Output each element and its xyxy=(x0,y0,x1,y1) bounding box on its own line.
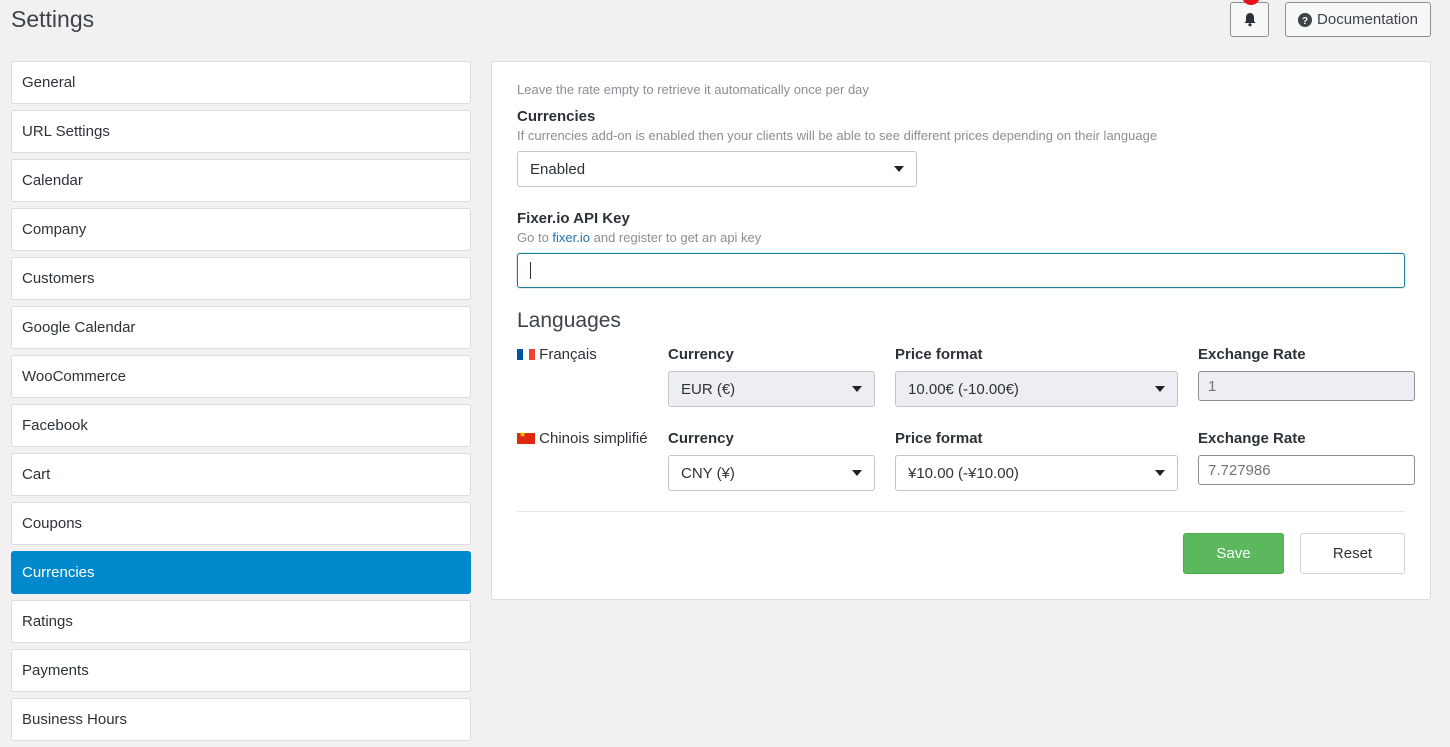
sidebar-item-label: Facebook xyxy=(22,417,88,434)
exchange-rate-label: Exchange Rate xyxy=(1198,430,1306,447)
currency-label: Currency xyxy=(668,346,734,363)
exchange-rate-input[interactable] xyxy=(1198,455,1415,485)
sidebar-item-label: Company xyxy=(22,221,87,238)
sidebar-item-general[interactable]: General xyxy=(11,61,471,104)
sidebar-item-woocommerce[interactable]: WooCommerce xyxy=(11,355,471,398)
fixer-hint-after: and register to get an api key xyxy=(593,230,762,245)
language-name: Chinois simplifié xyxy=(517,430,648,447)
sidebar-item-google-calendar[interactable]: Google Calendar xyxy=(11,306,471,349)
documentation-label: Documentation xyxy=(1317,11,1418,28)
sidebar-item-cart[interactable]: Cart xyxy=(11,453,471,496)
chevron-down-icon xyxy=(852,386,862,392)
exchange-rate-input[interactable] xyxy=(1198,371,1415,401)
sidebar-item-facebook[interactable]: Facebook xyxy=(11,404,471,447)
text-cursor xyxy=(530,262,531,279)
sidebar-item-company[interactable]: Company xyxy=(11,208,471,251)
reset-button[interactable]: Reset xyxy=(1300,533,1405,574)
settings-sidebar: General URL Settings Calendar Company Cu… xyxy=(11,61,471,747)
sidebar-item-coupons[interactable]: Coupons xyxy=(11,502,471,545)
price-format-select[interactable]: 10.00€ (-10.00€) xyxy=(895,371,1178,407)
fixer-api-key-label: Fixer.io API Key xyxy=(517,210,630,227)
currency-select[interactable]: CNY (¥) xyxy=(668,455,875,491)
price-format-select[interactable]: ¥10.00 (-¥10.00) xyxy=(895,455,1178,491)
sidebar-item-label: Payments xyxy=(22,662,89,679)
sidebar-item-payments[interactable]: Payments xyxy=(11,649,471,692)
price-format-select-value: 10.00€ (-10.00€) xyxy=(908,380,1019,398)
chevron-down-icon xyxy=(1155,470,1165,476)
divider xyxy=(517,511,1405,512)
language-name: Français xyxy=(517,346,597,363)
page-title: Settings xyxy=(11,6,95,32)
language-name-text: Chinois simplifié xyxy=(539,430,648,447)
sidebar-item-customers[interactable]: Customers xyxy=(11,257,471,300)
currencies-label: Currencies xyxy=(517,108,596,125)
fixer-hint: Go to fixer.io and register to get an ap… xyxy=(517,230,761,245)
bell-icon xyxy=(1244,13,1255,27)
chevron-down-icon xyxy=(852,470,862,476)
question-circle-icon: ? xyxy=(1298,12,1313,27)
sidebar-item-ratings[interactable]: Ratings xyxy=(11,600,471,643)
exchange-rate-label: Exchange Rate xyxy=(1198,346,1306,363)
sidebar-item-label: Calendar xyxy=(22,172,83,189)
france-flag-icon xyxy=(517,349,535,360)
currency-select-value: EUR (€) xyxy=(681,380,736,398)
price-format-label: Price format xyxy=(895,430,983,447)
rate-hint: Leave the rate empty to retrieve it auto… xyxy=(517,82,869,97)
currency-select-value: CNY (¥) xyxy=(681,464,735,482)
documentation-button[interactable]: ? Documentation xyxy=(1285,2,1431,37)
currency-label: Currency xyxy=(668,430,734,447)
save-button[interactable]: Save xyxy=(1183,533,1284,574)
svg-text:?: ? xyxy=(1302,15,1308,26)
notifications-button[interactable] xyxy=(1230,0,1269,37)
sidebar-item-label: General xyxy=(22,74,76,91)
fixer-hint-before: Go to xyxy=(517,230,549,245)
sidebar-item-label: Ratings xyxy=(22,613,73,630)
price-format-select-value: ¥10.00 (-¥10.00) xyxy=(908,464,1019,482)
sidebar-item-currencies[interactable]: Currencies xyxy=(11,551,471,594)
chevron-down-icon xyxy=(1155,386,1165,392)
languages-heading: Languages xyxy=(517,309,621,332)
notification-badge xyxy=(1242,0,1260,5)
currencies-hint: If currencies add-on is enabled then you… xyxy=(517,128,1158,143)
sidebar-item-url-settings[interactable]: URL Settings xyxy=(11,110,471,153)
sidebar-item-label: Currencies xyxy=(22,564,95,581)
sidebar-item-label: Google Calendar xyxy=(22,319,136,336)
currencies-select[interactable]: Enabled xyxy=(517,151,917,187)
sidebar-item-calendar[interactable]: Calendar xyxy=(11,159,471,202)
sidebar-item-label: Customers xyxy=(22,270,95,287)
language-name-text: Français xyxy=(539,346,597,363)
sidebar-item-label: Cart xyxy=(22,466,51,483)
fixer-link[interactable]: fixer.io xyxy=(552,230,590,245)
sidebar-item-label: Coupons xyxy=(22,515,83,532)
currencies-settings-panel: Leave the rate empty to retrieve it auto… xyxy=(491,61,1431,600)
sidebar-item-label: URL Settings xyxy=(22,123,110,140)
currency-select[interactable]: EUR (€) xyxy=(668,371,875,407)
fixer-api-key-input[interactable] xyxy=(517,253,1405,288)
chevron-down-icon xyxy=(894,166,904,172)
china-flag-icon xyxy=(517,430,535,444)
sidebar-item-label: Business Hours xyxy=(22,711,128,728)
sidebar-item-label: WooCommerce xyxy=(22,368,126,385)
price-format-label: Price format xyxy=(895,346,983,363)
sidebar-item-business-hours[interactable]: Business Hours xyxy=(11,698,471,741)
currencies-select-value: Enabled xyxy=(530,160,586,178)
